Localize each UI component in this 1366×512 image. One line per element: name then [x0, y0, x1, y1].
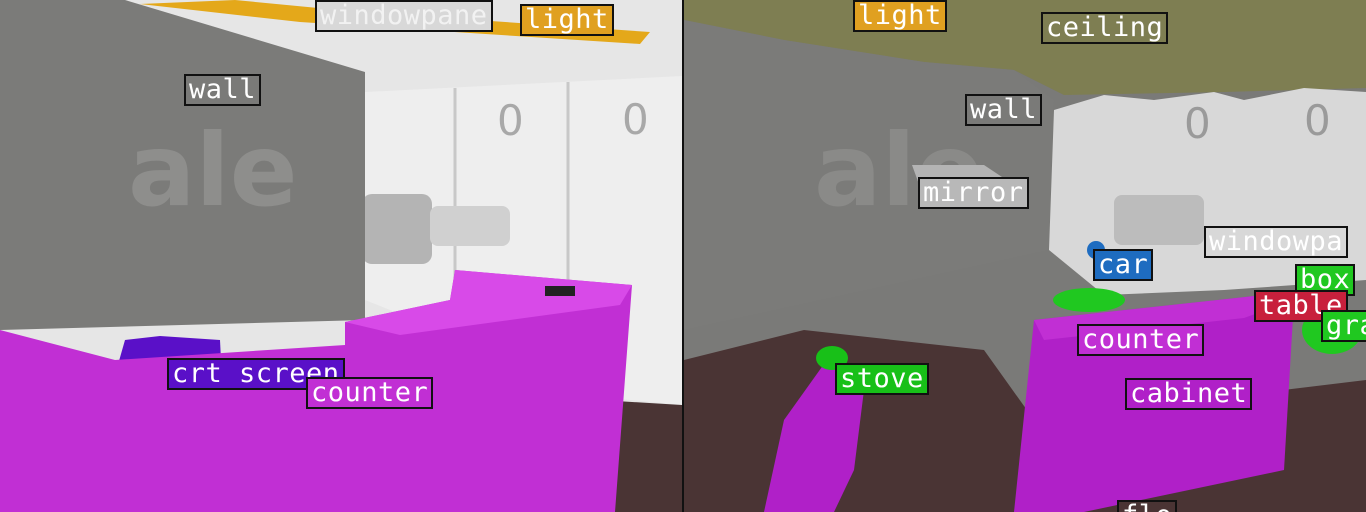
label-wall: wall — [184, 74, 262, 106]
svg-text:0: 0 — [622, 95, 649, 144]
label-stove: stove — [835, 363, 929, 395]
svg-text:0: 0 — [497, 96, 524, 145]
car-silhouette — [1114, 195, 1204, 245]
label-grass: gra — [1321, 310, 1366, 342]
left-segmentation-panel: 0 0 ale windowpane light wall crt screen… — [0, 0, 682, 512]
label-light: light — [853, 0, 947, 32]
counter-device — [545, 286, 575, 296]
label-floor: flo — [1117, 500, 1178, 512]
label-light: light — [520, 4, 614, 36]
left-scene: 0 0 ale — [0, 0, 682, 512]
car-shape — [362, 194, 432, 264]
label-counter: counter — [1077, 324, 1205, 356]
grass-region — [1053, 288, 1125, 312]
label-car: car — [1093, 249, 1154, 281]
label-counter: counter — [306, 377, 434, 409]
wall-lettering: ale — [128, 112, 298, 229]
car-shape-2 — [430, 206, 510, 246]
svg-text:0: 0 — [1304, 96, 1331, 145]
label-mirror: mirror — [918, 177, 1029, 209]
svg-text:0: 0 — [1184, 99, 1211, 148]
right-segmentation-panel: ale 0 0 light ceiling wall mirror car wi… — [684, 0, 1366, 512]
label-windowpane: windowpa — [1204, 226, 1349, 258]
label-wall: wall — [965, 94, 1043, 126]
label-cabinet: cabinet — [1125, 378, 1253, 410]
label-ceiling: ceiling — [1041, 12, 1169, 44]
label-windowpane: windowpane — [315, 0, 493, 32]
